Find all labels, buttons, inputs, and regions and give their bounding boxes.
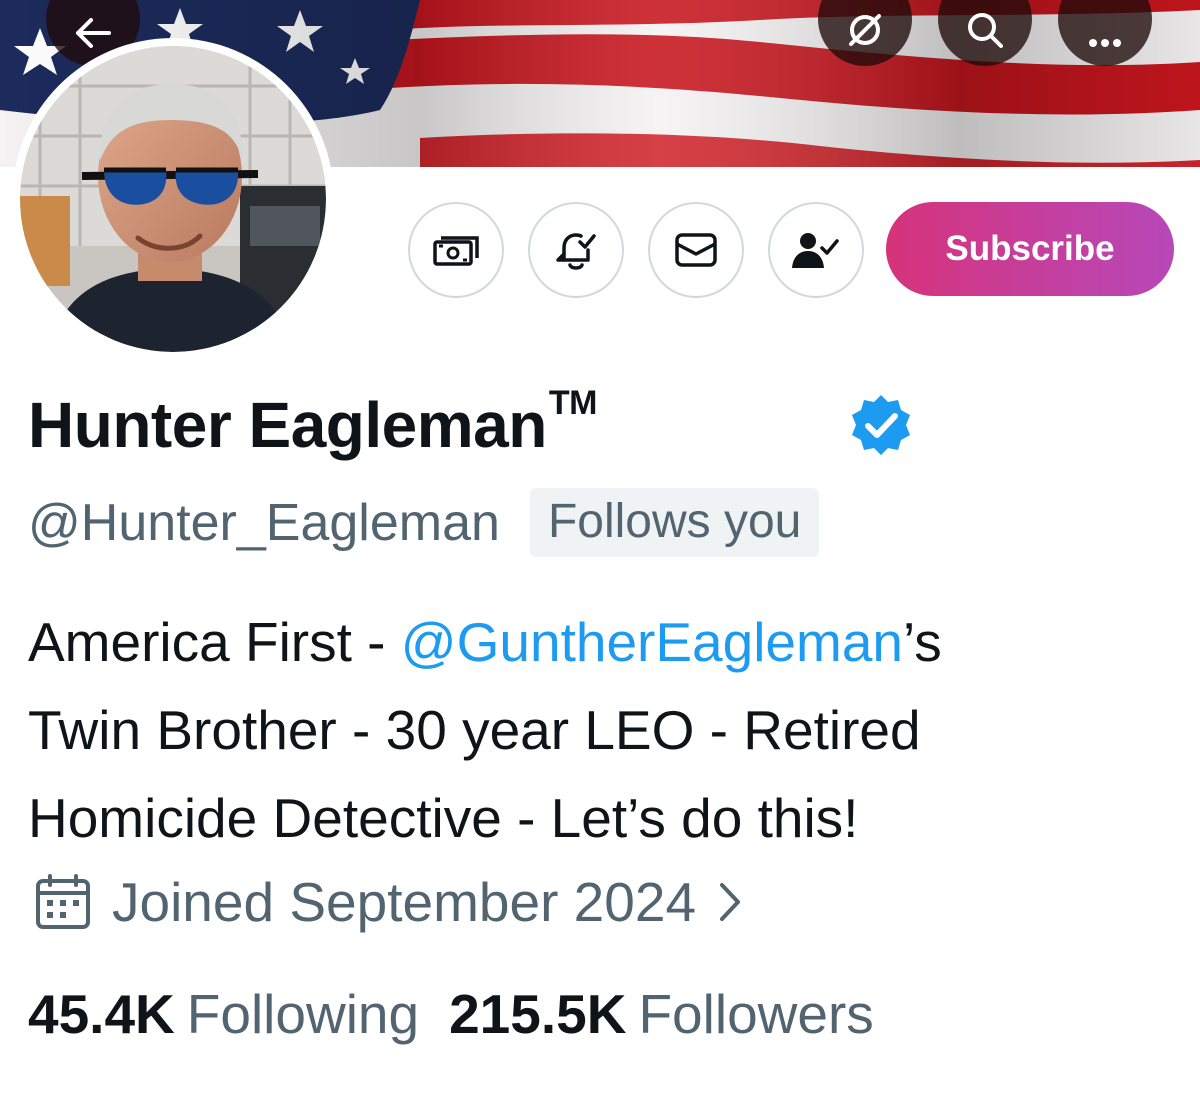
following-label: Following [186, 983, 420, 1045]
bio-line-1: America First - @GuntherEagleman’s [28, 598, 1178, 686]
bio-line-3: Homicide Detective - Let’s do this! [28, 787, 859, 849]
mention-link[interactable]: @GuntherEagleman [401, 611, 903, 673]
person-check-icon [792, 233, 839, 268]
chevron-right-icon [720, 883, 741, 921]
following-stat[interactable]: 45.4K Following [28, 982, 419, 1046]
money-icon [433, 236, 479, 266]
arrow-left-icon [76, 18, 111, 48]
bio: America First - @GuntherEagleman’s Twin … [28, 598, 1178, 862]
tip-button[interactable] [408, 202, 504, 298]
bio-line-2: Twin Brother - 30 year LEO - Retired [28, 699, 921, 761]
search-icon [968, 13, 1003, 48]
follows-you-badge: Follows you [529, 488, 820, 557]
verified-badge-icon[interactable] [846, 392, 916, 462]
bio-text: America First - [28, 611, 401, 673]
followers-stat[interactable]: 215.5K Followers [449, 982, 874, 1046]
grok-icon [849, 14, 881, 46]
more-dots-icon [1089, 39, 1121, 47]
joined-date-row[interactable]: Joined September 2024 [34, 870, 742, 934]
profile-photo [20, 46, 326, 352]
followers-label: Followers [638, 983, 874, 1045]
handle: @Hunter_Eagleman [28, 493, 500, 552]
followers-count: 215.5K [449, 983, 627, 1045]
handle-row: @Hunter_Eagleman Follows you [28, 488, 820, 557]
avatar[interactable] [12, 38, 334, 360]
display-name-text: Hunter Eagleman [28, 389, 547, 461]
calendar-icon [36, 874, 90, 929]
following-button[interactable] [768, 202, 864, 298]
subscribe-button[interactable]: Subscribe [886, 202, 1174, 296]
following-count: 45.4K [28, 983, 175, 1045]
message-button[interactable] [648, 202, 744, 298]
display-name: Hunter Eagleman TM [28, 384, 597, 462]
envelope-icon [675, 233, 717, 267]
trademark-symbol: TM [548, 383, 598, 422]
follow-stats: 45.4K Following 215.5K Followers [28, 982, 874, 1046]
bell-check-icon [556, 233, 596, 270]
notifications-button[interactable] [528, 202, 624, 298]
bio-text: ’s [903, 611, 942, 673]
joined-date: Joined September 2024 [112, 871, 697, 933]
